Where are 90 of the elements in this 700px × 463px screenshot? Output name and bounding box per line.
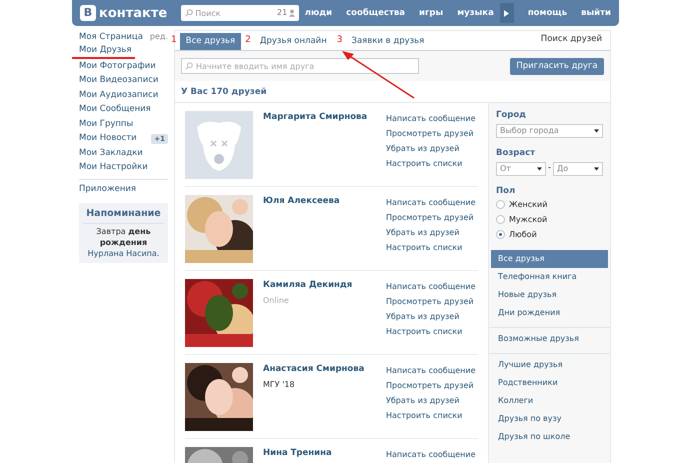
reminder-title: Напоминание	[83, 207, 164, 224]
nav-link[interactable]: игры	[419, 6, 444, 20]
radio-label: Женский	[509, 198, 548, 211]
sidebar-item[interactable]: Приложения	[79, 183, 168, 197]
sidebar-item[interactable]: Мои Друзья	[72, 44, 136, 60]
nav-link[interactable]: помощь	[528, 6, 568, 20]
friend-count: У Вас 170 друзей	[181, 86, 267, 99]
annotation-number: 1	[171, 34, 177, 46]
friend-action-link[interactable]: Настроить списки	[386, 240, 476, 255]
sidebar-item[interactable]: Моя Страница	[79, 30, 143, 44]
friend-action-link[interactable]: Настроить списки	[386, 156, 476, 171]
friend-action-link[interactable]: Написать сообщение	[386, 195, 476, 210]
radio-label: Любой	[509, 228, 537, 241]
friend-list-item[interactable]: Новые друзья	[491, 286, 608, 304]
tab[interactable]: Заявки в друзья	[346, 33, 430, 50]
university-info: МГУ '18	[263, 378, 296, 391]
tab[interactable]: Друзья онлайн	[254, 33, 333, 50]
nav-link[interactable]: музыка	[457, 6, 494, 20]
nav-link[interactable]: люди	[304, 6, 332, 20]
radio-label: Мужской	[509, 214, 548, 226]
friend-action-link[interactable]: Написать сообщение	[386, 111, 476, 126]
age-from-select[interactable]: От	[496, 162, 546, 176]
friend-search-field[interactable]: Начните вводить имя друга	[181, 58, 419, 74]
online-status: Online	[263, 294, 290, 307]
sidebar-item[interactable]: Мои Закладки	[79, 146, 143, 160]
friend-name[interactable]: Нина Тренина	[263, 447, 386, 460]
online-count: 21	[277, 8, 288, 18]
friend-action-link[interactable]: Просмотреть друзей	[386, 378, 476, 393]
friend-list-item[interactable]: Все друзья	[491, 250, 608, 268]
search-icon	[185, 62, 193, 70]
tab[interactable]: Все друзья	[180, 33, 242, 50]
play-button[interactable]	[500, 3, 514, 23]
age-to-select[interactable]: До	[553, 162, 604, 176]
birthday-link[interactable]: Нурлана Насипа	[88, 249, 157, 258]
friend-action-link[interactable]: Просмотреть друзей	[386, 126, 476, 141]
play-icon	[504, 10, 510, 16]
deactivated-avatar-icon	[185, 111, 253, 179]
friend-list-item[interactable]: Лучшие друзья	[491, 356, 608, 374]
friend-name[interactable]: Маргарита Смирнова	[263, 111, 386, 124]
reminder-text: Завтра день рождения Нурлана Насипа.	[86, 226, 160, 260]
friend-action-link[interactable]: Просмотреть друзей	[386, 210, 476, 225]
filter-label: Пол	[496, 184, 516, 198]
friend-list-item[interactable]: Друзья по школе	[491, 428, 608, 446]
sidebar-item[interactable]: Мои Новости	[79, 132, 137, 146]
sidebar-item[interactable]: Мои Видеозаписи	[79, 74, 158, 88]
dropdown-icon	[594, 128, 599, 133]
radio-button[interactable]	[496, 215, 505, 224]
sidebar-item[interactable]: Мои Настройки	[79, 161, 148, 174]
friend-action-link[interactable]: Просмотреть друзей	[386, 294, 476, 309]
friend-action-link[interactable]: Написать сообщение	[386, 279, 476, 294]
friend-action-link[interactable]: Убрать из друзей	[386, 309, 476, 324]
dropdown-icon	[536, 166, 542, 170]
sidebar-item[interactable]: Мои Сообщения	[79, 103, 151, 116]
friend-action-link[interactable]: Убрать из друзей	[386, 225, 476, 240]
friend-action-link[interactable]: Настроить списки	[386, 324, 476, 339]
find-friends-link[interactable]: Поиск друзей	[540, 33, 602, 46]
sidebar-item[interactable]: Мои Фотографии	[79, 60, 156, 73]
friend-action-link[interactable]: Написать сообщение	[386, 363, 476, 378]
friend-action-link[interactable]: Убрать из друзей	[386, 393, 476, 408]
annotation-number: 3	[336, 34, 342, 46]
friend-name[interactable]: Юля Алексеева	[263, 195, 386, 208]
friend-action-link[interactable]: Настроить списки	[386, 408, 476, 423]
radio-button[interactable]	[496, 230, 505, 240]
filter-label: Возраст	[496, 146, 536, 160]
range-dash: -	[548, 162, 552, 175]
friend-name[interactable]: Анастасия Смирнова	[263, 363, 386, 376]
friend-action-link[interactable]: Написать сообщение	[386, 447, 476, 462]
friend-list-item[interactable]: Дни рождения	[491, 304, 608, 322]
friend-action-link[interactable]: Убрать из друзей	[386, 141, 476, 156]
radio-button[interactable]	[496, 200, 505, 210]
nav-link[interactable]: сообщества	[346, 6, 406, 20]
filter-label: Город	[496, 109, 528, 122]
friend-list-item[interactable]: Друзья по вузу	[491, 410, 608, 428]
nav-link[interactable]: выйти	[581, 6, 611, 20]
dropdown-icon	[594, 166, 600, 170]
friend-list-item[interactable]: Возможные друзья	[491, 330, 608, 348]
friend-name[interactable]: Камиляа Декиндя	[263, 279, 386, 292]
friend-list-item[interactable]: Коллеги	[491, 392, 608, 410]
search-icon	[185, 9, 194, 17]
person-icon	[289, 9, 296, 17]
edit-link[interactable]: ред.	[150, 31, 168, 44]
sidebar-item[interactable]: Мои Аудиозаписи	[79, 88, 158, 102]
sidebar-item[interactable]: Мои Группы	[79, 118, 134, 131]
friend-list-item[interactable]: Телефонная книга	[491, 268, 608, 286]
logo-badge: В	[80, 5, 96, 21]
friend-list-item[interactable]: Родственники	[491, 374, 608, 392]
city-select[interactable]: Выбор города	[496, 124, 603, 138]
logo-text: контакте	[99, 6, 168, 20]
annotation-number: 2	[245, 34, 251, 46]
invite-button[interactable]: Пригласить друга	[510, 58, 604, 74]
